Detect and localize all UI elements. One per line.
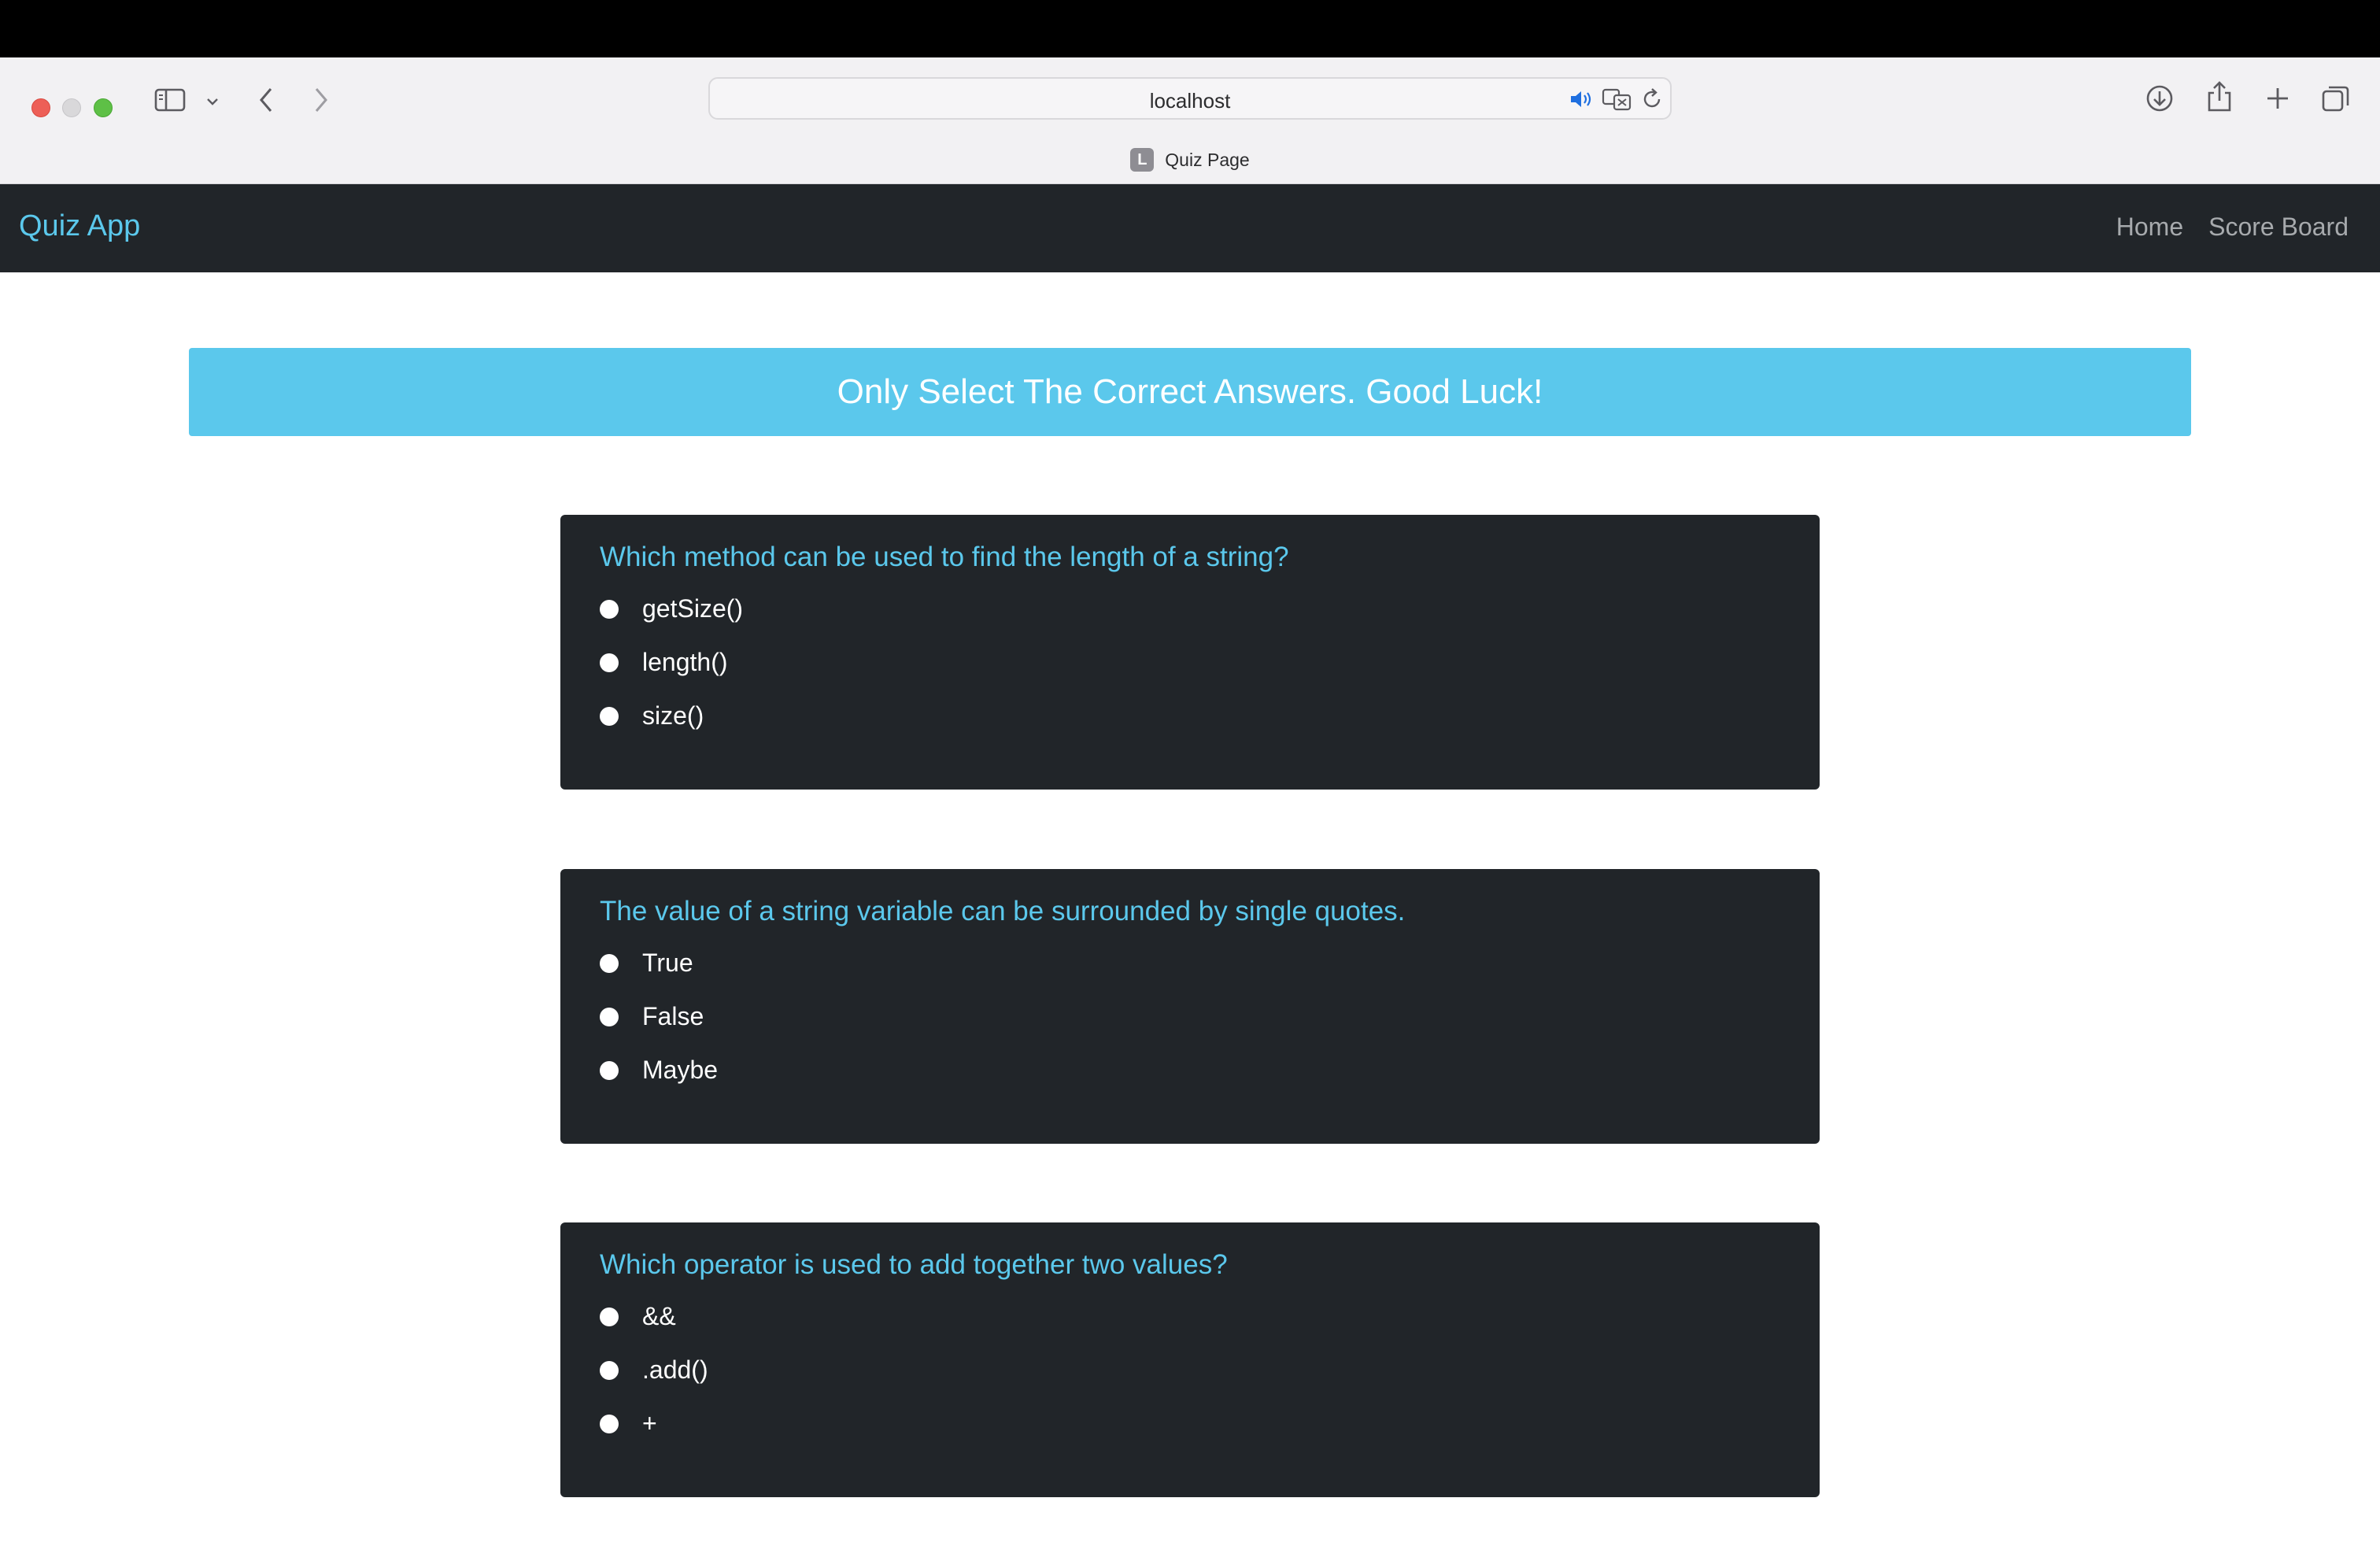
nav-link-home[interactable]: Home [2116,213,2183,242]
forward-icon[interactable] [307,84,335,116]
radio-button[interactable] [600,1007,619,1026]
menu-bar-area [0,0,2380,57]
answer-option[interactable]: && [600,1302,676,1331]
radio-button[interactable] [600,599,619,619]
answer-option[interactable]: + [600,1409,657,1438]
radio-button[interactable] [600,1360,619,1380]
instruction-banner: Only Select The Correct Answers. Good Lu… [189,348,2191,436]
tab-quiz-page[interactable]: L Quiz Page [0,148,2380,172]
answer-option[interactable]: False [600,1002,704,1031]
radio-button[interactable] [600,953,619,973]
brand-link[interactable]: Quiz App [19,209,140,243]
reload-icon[interactable] [1639,87,1665,112]
answer-option[interactable]: .add() [600,1356,708,1385]
tab-overview-icon[interactable] [2319,81,2353,116]
chevron-down-icon[interactable] [201,92,224,111]
answer-label: getSize() [642,594,744,623]
tab-title: Quiz Page [1165,149,1250,170]
banner-text: Only Select The Correct Answers. Good Lu… [837,372,1543,411]
radio-button[interactable] [600,1414,619,1433]
answer-label: False [642,1002,704,1030]
question-card: The value of a string variable can be su… [560,869,1820,1144]
translate-icon[interactable] [1601,87,1632,112]
downloads-icon[interactable] [2142,81,2177,116]
tab-favicon: L [1130,148,1155,172]
radio-button[interactable] [600,653,619,672]
answer-option[interactable]: getSize() [600,594,743,623]
question-card: Which operator is used to add together t… [560,1222,1820,1497]
question-text: Which operator is used to add together t… [600,1249,1228,1280]
zoom-window-button[interactable] [94,98,113,117]
answer-label: True [642,949,693,977]
answer-option[interactable]: length() [600,648,728,677]
speaker-icon[interactable] [1568,88,1595,110]
minimize-window-button[interactable] [62,98,81,117]
answer-label: + [642,1409,657,1437]
answer-label: Maybe [642,1056,719,1084]
radio-button[interactable] [600,1307,619,1326]
answer-label: && [642,1302,676,1330]
sidebar-toggle-icon[interactable] [153,86,187,114]
close-window-button[interactable] [31,98,50,117]
radio-button[interactable] [600,706,619,726]
nav-link-score-board[interactable]: Score Board [2208,213,2349,242]
question-text: The value of a string variable can be su… [600,896,1406,926]
answer-option[interactable]: size() [600,701,704,730]
back-icon[interactable] [252,84,280,116]
answer-label: size() [642,701,704,730]
question-card: Which method can be used to find the len… [560,515,1820,790]
share-icon[interactable] [2202,78,2237,116]
navbar: Quiz App Home Score Board [0,184,2380,272]
new-tab-icon[interactable] [2260,81,2295,116]
answer-option[interactable]: Maybe [600,1056,718,1085]
nav-links: Home Score Board [2116,213,2349,242]
question-text: Which method can be used to find the len… [600,542,1289,572]
answer-label: .add() [642,1356,708,1384]
radio-button[interactable] [600,1060,619,1080]
url-text: localhost [1149,89,1231,113]
answer-label: length() [642,648,728,676]
address-bar[interactable]: localhost [708,77,1672,120]
answer-option[interactable]: True [600,949,693,978]
browser-chrome: localhost L Quiz Page [0,57,2380,184]
